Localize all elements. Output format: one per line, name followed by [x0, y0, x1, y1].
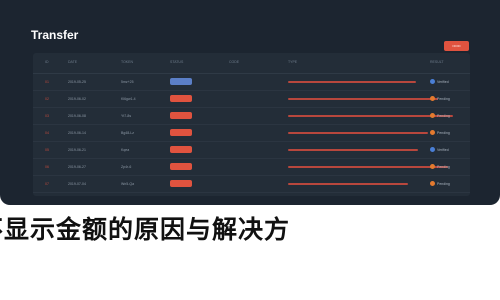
row-status: Verified	[437, 147, 449, 152]
app-window: Transfer •••••• ID DATE TOKEN STATUS COD…	[0, 0, 500, 205]
table-header: ID DATE TOKEN STATUS CODE TYPE RESULT	[33, 53, 470, 74]
row-token: 5mz+25	[121, 80, 134, 84]
status-dot-icon	[430, 147, 435, 152]
table-row[interactable]: 06 2019-06-27 Zp4r-6 Pending	[33, 159, 470, 176]
table-row[interactable]: 07 2019-07-04 Wn5-Qa Pending	[33, 176, 470, 193]
column-header-type: TYPE	[288, 60, 298, 64]
row-index: 03	[45, 114, 49, 118]
progress-bar	[288, 149, 418, 151]
progress-bar	[288, 183, 408, 185]
action-button[interactable]: ••••••	[444, 41, 469, 51]
row-date: 2019-06-08	[68, 114, 86, 118]
row-date: 2019-06-02	[68, 97, 86, 101]
column-header-code: CODE	[229, 60, 240, 64]
row-date: 2019-07-04	[68, 182, 86, 186]
progress-bar	[288, 115, 453, 117]
status-pill[interactable]	[170, 112, 192, 119]
progress-bar	[288, 81, 416, 83]
status-pill[interactable]	[170, 146, 192, 153]
table-row[interactable]: 05 2019-06-21 Kqea Verified	[33, 142, 470, 159]
row-date: 2019-06-14	[68, 131, 86, 135]
row-token: Wn5-Qa	[121, 182, 135, 186]
row-token: Zp4r-6	[121, 165, 132, 169]
status-dot-icon	[430, 79, 435, 84]
column-header-status: STATUS	[170, 60, 184, 64]
row-status: Pending	[437, 130, 450, 135]
row-date: 2019-06-27	[68, 165, 86, 169]
status-dot-icon	[430, 164, 435, 169]
row-index: 06	[45, 165, 49, 169]
table-row[interactable]: 03 2019-06-08 Yt7-8s Pending	[33, 108, 470, 125]
column-header-date: DATE	[68, 60, 78, 64]
row-index: 07	[45, 182, 49, 186]
row-status: Pending	[437, 113, 450, 118]
row-date: 2019-05-25	[68, 80, 86, 84]
table-row[interactable]: 01 2019-05-25 5mz+25 Verified	[33, 74, 470, 91]
row-token: Kqea	[121, 148, 130, 152]
row-index: 02	[45, 97, 49, 101]
row-index: 04	[45, 131, 49, 135]
progress-bar	[288, 166, 448, 168]
status-dot-icon	[430, 181, 435, 186]
column-header-id: ID	[45, 60, 49, 64]
status-pill[interactable]	[170, 95, 192, 102]
table-row[interactable]: 02 2019-06-02 Kl6gw1-4 Pending	[33, 91, 470, 108]
row-status: Pending	[437, 96, 450, 101]
column-header-token: TOKEN	[121, 60, 133, 64]
row-token: Kl6gw1-4	[121, 97, 136, 101]
row-status: Pending	[437, 181, 450, 186]
row-status: Pending	[437, 164, 450, 169]
row-date: 2019-06-21	[68, 148, 86, 152]
status-dot-icon	[430, 130, 435, 135]
status-pill[interactable]	[170, 78, 192, 85]
column-header-result: RESULT	[430, 60, 444, 64]
status-pill[interactable]	[170, 180, 192, 187]
progress-bar	[288, 132, 428, 134]
status-dot-icon	[430, 96, 435, 101]
table-row[interactable]: 04 2019-06-14 Bg48-Lz Pending	[33, 125, 470, 142]
row-token: Yt7-8s	[121, 114, 132, 118]
status-dot-icon	[430, 113, 435, 118]
row-index: 01	[45, 80, 49, 84]
row-token: Bg48-Lz	[121, 131, 135, 135]
caption-text: 不显示金额的原因与解决方	[0, 215, 291, 244]
row-status: Verified	[437, 79, 449, 84]
status-pill[interactable]	[170, 129, 192, 136]
page-title: Transfer	[31, 28, 79, 42]
row-index: 05	[45, 148, 49, 152]
transfer-table: ID DATE TOKEN STATUS CODE TYPE RESULT 01…	[33, 53, 470, 196]
status-pill[interactable]	[170, 163, 192, 170]
progress-bar	[288, 98, 438, 100]
